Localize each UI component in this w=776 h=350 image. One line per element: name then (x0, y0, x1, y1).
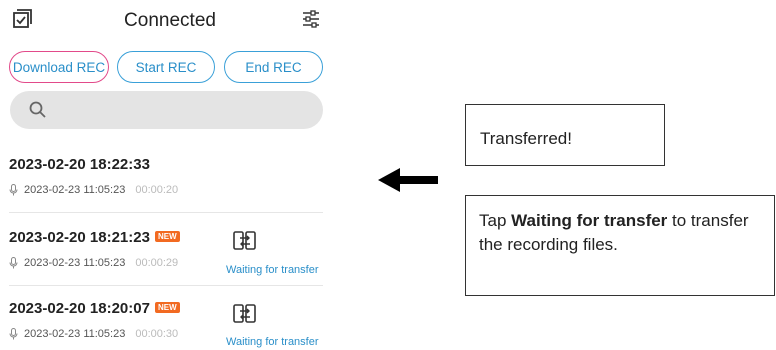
list-item[interactable]: 2023-02-20 18:22:33 2023-02-23 11:05:23 … (0, 156, 340, 212)
recording-title: 2023-02-20 18:20:07 (9, 300, 150, 317)
download-rec-button[interactable]: Download REC (9, 51, 109, 83)
end-rec-button[interactable]: End REC (224, 51, 323, 83)
instruction-bold: Waiting for transfer (511, 211, 668, 230)
recording-title: 2023-02-20 18:22:33 (9, 156, 150, 173)
app-panel: Connected Download REC Start REC End REC… (0, 0, 340, 350)
app-header: Connected (0, 0, 340, 46)
page-title: Connected (124, 10, 216, 31)
search-icon (28, 100, 48, 120)
instruction-callout: Tap Waiting for transfer to transfer the… (465, 195, 775, 296)
search-input[interactable] (10, 91, 323, 129)
list-item[interactable]: 2023-02-20 18:21:23 NEW 2023-02-23 11:05:… (0, 229, 340, 285)
recording-date: 2023-02-23 11:05:23 (24, 184, 126, 196)
recording-title-line: 2023-02-20 18:21:23 NEW (9, 229, 180, 246)
recording-date: 2023-02-23 11:05:23 (24, 257, 126, 269)
instruction-prefix: Tap (479, 211, 512, 230)
start-rec-button[interactable]: Start REC (117, 51, 215, 83)
new-badge: NEW (154, 302, 180, 313)
sliders-icon[interactable] (300, 8, 322, 30)
mic-icon (9, 328, 18, 340)
recording-title-line: 2023-02-20 18:20:07 NEW (9, 300, 180, 317)
divider (9, 285, 323, 286)
mic-icon (9, 257, 18, 269)
list-item[interactable]: 2023-02-20 18:20:07 NEW 2023-02-23 11:05:… (0, 300, 340, 350)
recording-duration: 00:00:20 (135, 184, 179, 196)
recording-date: 2023-02-23 11:05:23 (24, 328, 126, 340)
arrow-left-icon (378, 168, 438, 192)
transfer-icon[interactable] (232, 302, 258, 326)
waiting-for-transfer-link[interactable]: Waiting for transfer (226, 264, 319, 276)
waiting-for-transfer-link[interactable]: Waiting for transfer (226, 336, 319, 348)
mic-icon (9, 184, 18, 196)
recording-meta: 2023-02-23 11:05:23 00:00:30 (9, 328, 178, 340)
new-badge: NEW (154, 231, 180, 242)
recording-meta: 2023-02-23 11:05:23 00:00:20 (9, 184, 178, 196)
recording-meta: 2023-02-23 11:05:23 00:00:29 (9, 257, 178, 269)
transferred-callout: Transferred! (465, 104, 665, 166)
divider (9, 212, 323, 213)
transfer-icon[interactable] (232, 229, 258, 253)
recording-duration: 00:00:30 (135, 328, 179, 340)
recording-duration: 00:00:29 (135, 257, 179, 269)
instruction-text: Tap Waiting for transfer to transfer the… (479, 209, 764, 257)
recording-title: 2023-02-20 18:21:23 (9, 229, 150, 246)
transferred-text: Transferred! (480, 129, 572, 148)
